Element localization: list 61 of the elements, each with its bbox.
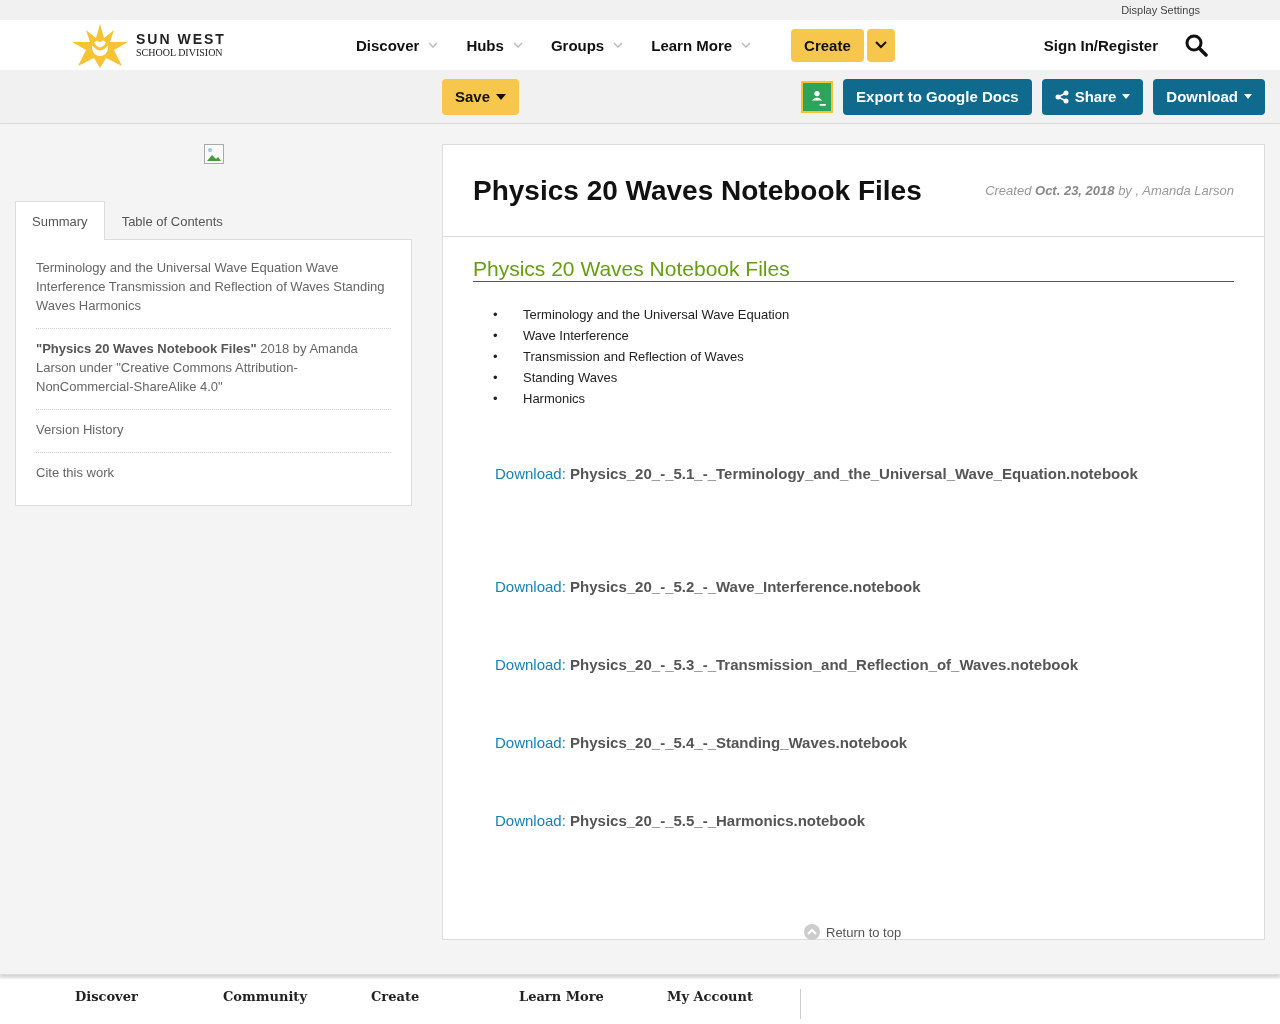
nav-menu-item[interactable]: Learn More	[651, 36, 752, 54]
file-link[interactable]: Physics_20_-_5.3_-_Transmission_and_Reflection_of_Waves.notebook	[570, 656, 1079, 673]
bullet-marker: •	[493, 390, 499, 408]
create-dropdown-button[interactable]	[866, 28, 895, 62]
file-link[interactable]: Physics_20_-_5.4_-_Standing_Waves.notebook	[570, 734, 908, 751]
chevron-down-icon	[613, 42, 624, 48]
sidebar-link[interactable]: Cite this work	[36, 465, 115, 480]
download-label[interactable]: Download:	[495, 578, 566, 595]
section-heading: Physics 20 Waves Notebook Files	[473, 257, 1234, 282]
file-link[interactable]: Physics_20_-_5.2_-_Wave_Interference.notebook	[570, 578, 921, 595]
footer-heading: Discover	[75, 989, 139, 1004]
file-link[interactable]: Physics_20_-_5.5_-_Harmonics.notebook	[570, 812, 866, 829]
bullet-marker: •	[493, 348, 499, 366]
file-link[interactable]: Physics_20_-_5.1_-_Terminology_and_the_Universal_Wave_Equation.notebook	[570, 465, 1138, 482]
sidebar-link[interactable]: Version History	[36, 422, 124, 437]
list-item: Wave Interference	[523, 328, 629, 343]
display-settings-link[interactable]: Display Settings	[1121, 4, 1200, 16]
search-icon[interactable]	[1184, 33, 1208, 57]
sidebar-tab[interactable]: Table of Contents	[104, 201, 240, 240]
chevron-down-icon	[428, 42, 439, 48]
share-button[interactable]: Share	[1041, 78, 1144, 115]
bullet-marker: •	[493, 369, 499, 387]
export-button[interactable]: Export to Google Docs	[843, 78, 1032, 115]
list-item: Terminology and the Universal Wave Equation	[523, 307, 790, 322]
caret-icon	[1244, 94, 1252, 99]
chevron-down-icon	[874, 41, 887, 49]
chevron-down-icon	[512, 42, 523, 48]
list-item: Transmission and Reflection of Waves	[523, 349, 744, 364]
create-button[interactable]: Create	[791, 28, 864, 62]
footer-heading: Learn More	[519, 989, 605, 1004]
page-title: Physics 20 Waves Notebook Files	[473, 174, 922, 207]
download-label[interactable]: Download:	[495, 734, 566, 751]
download-label[interactable]: Download:	[495, 465, 566, 482]
attribution-text: "Physics 20 Waves Notebook Files" 2018 by Amanda Larson under "Creative Commons Attribution-NonCommercial-ShareAlike 4.0"	[36, 329, 391, 410]
broken-image-icon	[203, 144, 224, 164]
classroom-icon[interactable]	[801, 80, 834, 113]
caret-icon	[1122, 94, 1131, 99]
footer-heading: Community	[223, 989, 309, 1004]
summary-text: Terminology and the Universal Wave Equation Wave Interference Transmission and Reflection of Waves Standing Waves Harmonics	[36, 248, 391, 329]
list-item: Harmonics	[523, 391, 586, 406]
return-to-top-link[interactable]: Return to top	[826, 924, 902, 940]
caret-icon	[496, 93, 507, 100]
bullet-marker: •	[493, 327, 499, 345]
save-button[interactable]: Save	[442, 78, 520, 115]
download-button[interactable]: Download	[1153, 78, 1265, 115]
list-item: Standing Waves	[523, 370, 618, 385]
bullet-marker: •	[493, 306, 499, 324]
logo-title: SUN WEST	[136, 32, 226, 47]
footer-heading: My Account	[667, 989, 754, 1004]
nav-menu-item[interactable]: Discover	[356, 36, 439, 54]
chevron-down-icon	[741, 42, 752, 48]
footer-heading: Create	[371, 989, 421, 1004]
download-label[interactable]: Download:	[495, 812, 566, 829]
share-icon	[1054, 89, 1069, 104]
download-label[interactable]: Download:	[495, 656, 566, 673]
logo-subtitle: SCHOOL DIVISION	[136, 47, 224, 58]
sign-in-link[interactable]: Sign In/Register	[1043, 36, 1158, 54]
created-by-text: Created Oct. 23, 2018 by , Amanda Larson	[985, 183, 1234, 198]
nav-menu-item[interactable]: Groups	[550, 36, 624, 54]
nav-menu-item[interactable]: Hubs	[466, 36, 523, 54]
sidebar-tab[interactable]: Summary	[15, 201, 105, 240]
